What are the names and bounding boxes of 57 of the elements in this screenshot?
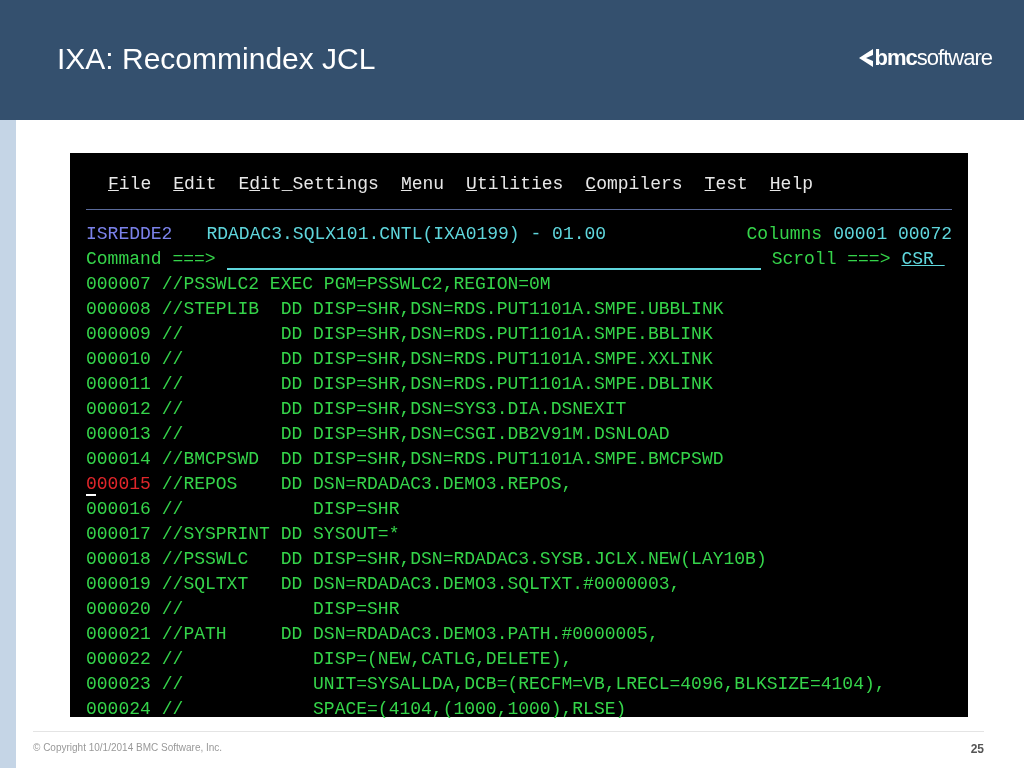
line-number: 000018 (86, 549, 151, 569)
slide-title: IXA: Recommindex JCL (57, 40, 376, 77)
copyright-text: © Copyright 10/1/2014 BMC Software, Inc. (33, 741, 223, 755)
command-label: Command ===> (86, 248, 216, 271)
menu-item[interactable]: Test (704, 172, 748, 197)
line-number: 000008 (86, 299, 151, 319)
line-number: 000021 (86, 624, 151, 644)
jcl-line: //PATH DD DSN=RDADAC3.DEMO3.PATH.#0000005, (161, 623, 659, 646)
line-number: 000022 (86, 649, 151, 669)
line-number: 000015 (86, 474, 151, 494)
jcl-line: // DD DISP=SHR,DSN=RDS.PUT1101A.SMPE.DBLINK (161, 373, 713, 396)
line-number: 000016 (86, 499, 151, 519)
jcl-line: //PSSWLC2 EXEC PGM=PSSWLC2,REGION=0M (161, 273, 551, 296)
jcl-line: // SPACE=(4104,(1000,1000),RLSE) (161, 698, 627, 721)
jcl-line: //STEPLIB DD DISP=SHR,DSN=RDS.PUT1101A.SMPE.UBBLINK (161, 298, 724, 321)
scroll-label: Scroll ===> (771, 248, 891, 271)
jcl-line: // DD DISP=SHR,DSN=RDS.PUT1101A.SMPE.XXLINK (161, 348, 713, 371)
menu-item[interactable]: Utilities (466, 172, 564, 197)
line-number: 000023 (86, 674, 151, 694)
jcl-line: // DISP=SHR (161, 598, 400, 621)
jcl-line: // UNIT=SYSALLDA,DCB=(RECFM=VB,LRECL=4096,BLKSIZE=4104), (161, 673, 886, 696)
menu-item[interactable]: File (108, 172, 152, 197)
line-number: 000019 (86, 574, 151, 594)
menu-item[interactable]: Edit_Settings (238, 172, 379, 197)
jcl-line: // DD DISP=SHR,DSN=CSGI.DB2V91M.DSNLOAD (161, 423, 670, 446)
line-number: 000017 (86, 524, 151, 544)
menu-item[interactable]: Help (769, 172, 813, 197)
line-number: 000011 (86, 374, 151, 394)
jcl-line: //REPOS DD DSN=RDADAC3.DEMO3.REPOS, (161, 473, 573, 496)
scroll-value-field[interactable]: CSR (901, 247, 945, 272)
line-number: 000007 (86, 274, 151, 294)
line-number: 000014 (86, 449, 151, 469)
jcl-line: //SYSPRINT DD SYSOUT=* (161, 523, 400, 546)
line-number: 000020 (86, 599, 151, 619)
columns-range: 00001 00072 (833, 223, 952, 246)
page-number: 25 (970, 741, 984, 758)
line-number: 000009 (86, 324, 151, 344)
jcl-line: //BMCPSWD DD DISP=SHR,DSN=RDS.PUT1101A.SMPE.BMCPSWD (161, 448, 724, 471)
jcl-line: //SQLTXT DD DSN=RDADAC3.DEMO3.SQLTXT.#0000003, (161, 573, 681, 596)
jcl-line: // DISP=SHR (161, 498, 400, 521)
line-number: 000013 (86, 424, 151, 444)
jcl-line: // DD DISP=SHR,DSN=RDS.PUT1101A.SMPE.BBLINK (161, 323, 713, 346)
line-number: 000024 (86, 699, 151, 719)
chevron-icon (858, 48, 873, 67)
jcl-line: //PSSWLC DD DISP=SHR,DSN=RDADAC3.SYSB.JCLX.NEW(LAY10B) (161, 548, 767, 571)
dataset-name: RDADAC3.SQLX101.CNTL(IXA0199) - 01.00 (206, 223, 607, 246)
menu-item[interactable]: Edit (173, 172, 217, 197)
columns-label: Columns (746, 223, 823, 246)
line-number: 000010 (86, 349, 151, 369)
text-cursor (86, 494, 96, 496)
company-logo: bmcsoftware (858, 41, 992, 74)
panel-id: ISREDDE2 (86, 223, 173, 246)
jcl-line: // DD DISP=SHR,DSN=SYS3.DIA.DSNEXIT (161, 398, 627, 421)
menu-item[interactable]: Compilers (585, 172, 683, 197)
jcl-line: // DISP=(NEW,CATLG,DELETE), (161, 648, 573, 671)
line-number: 000012 (86, 399, 151, 419)
menu-item[interactable]: Menu (400, 172, 445, 197)
